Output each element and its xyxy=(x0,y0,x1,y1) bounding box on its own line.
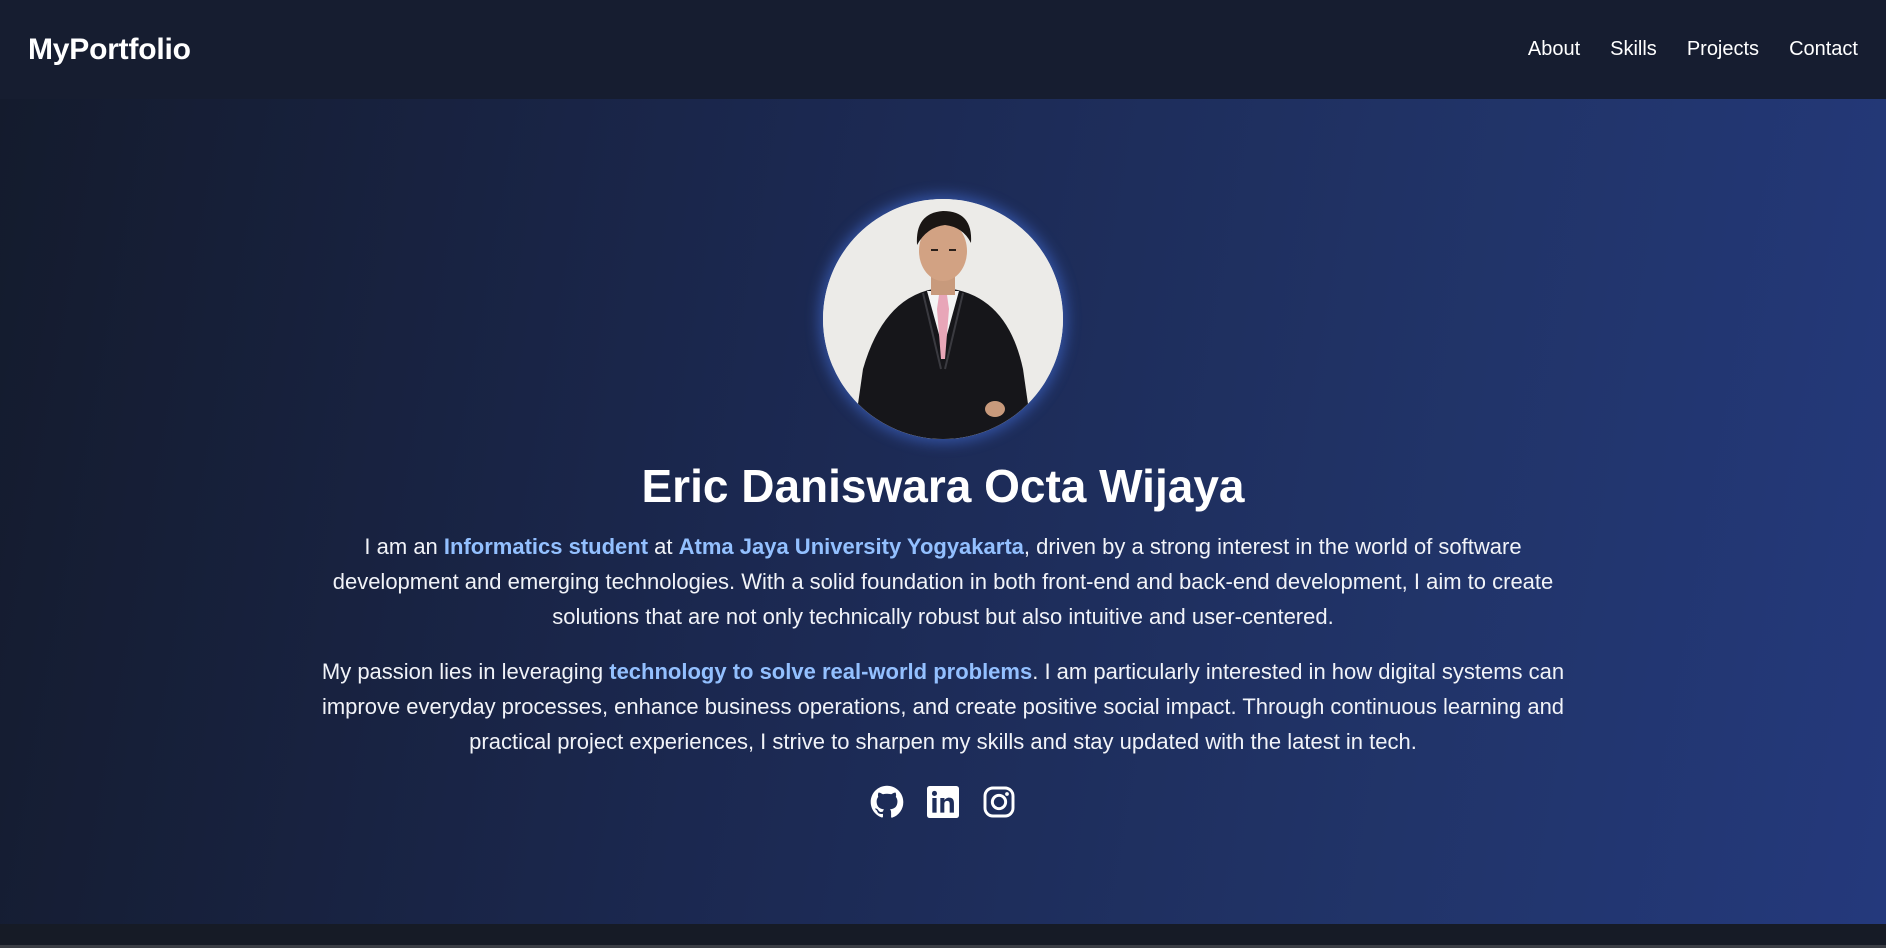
nav-link-projects[interactable]: Projects xyxy=(1687,38,1759,61)
bio-paragraph-1: I am an Informatics student at Atma Jaya… xyxy=(300,529,1586,634)
instagram-link[interactable] xyxy=(982,785,1016,819)
nav-link-about[interactable]: About xyxy=(1528,38,1580,61)
page-bottom-strip xyxy=(0,924,1886,948)
highlight-informatics-student: Informatics student xyxy=(443,534,649,559)
bio-paragraph-2: My passion lies in leveraging technology… xyxy=(300,654,1586,759)
hero-section: Eric Daniswara Octa Wijaya I am an Infor… xyxy=(0,99,1886,924)
highlight-university: Atma Jaya University Yogyakarta xyxy=(678,534,1024,559)
linkedin-icon xyxy=(927,786,959,818)
brand-logo[interactable]: MyPortfolio xyxy=(28,33,191,67)
navbar: MyPortfolio About Skills Projects Contac… xyxy=(0,0,1886,99)
instagram-icon xyxy=(983,786,1015,818)
github-link[interactable] xyxy=(870,785,904,819)
bio-text: My passion lies in leveraging xyxy=(321,659,610,684)
social-links xyxy=(0,785,1886,819)
profile-photo xyxy=(823,199,1063,439)
bio-text: I am an xyxy=(364,534,444,559)
highlight-technology: technology to solve real-world problems xyxy=(609,659,1033,684)
profile-name: Eric Daniswara Octa Wijaya xyxy=(641,460,1245,512)
linkedin-link[interactable] xyxy=(926,785,960,819)
github-icon xyxy=(870,785,904,818)
nav-link-contact[interactable]: Contact xyxy=(1789,38,1858,61)
nav-link-skills[interactable]: Skills xyxy=(1610,38,1657,61)
bio-text: at xyxy=(648,534,679,559)
nav-links: About Skills Projects Contact xyxy=(1498,38,1858,61)
